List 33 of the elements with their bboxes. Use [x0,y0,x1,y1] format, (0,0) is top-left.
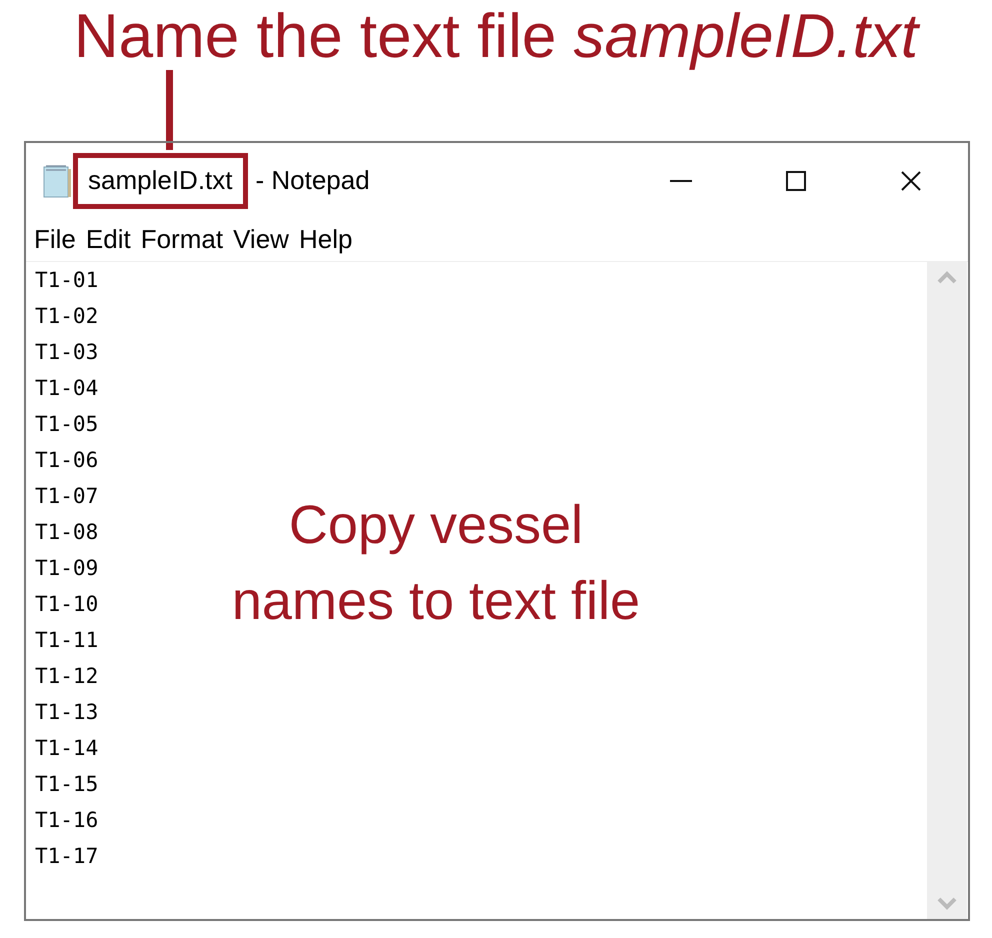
title-filename: sampleID.txt [73,152,248,208]
window-title: - Notepad [256,164,370,197]
menu-item[interactable]: File [33,220,77,259]
text-line: T1-09 [35,555,98,582]
text-line: T1-03 [35,339,98,366]
text-line: T1-02 [35,303,98,330]
text-line: T1-04 [35,375,98,402]
text-line: T1-15 [35,771,98,798]
close-icon [900,170,920,190]
menu-item[interactable]: Edit [84,220,132,259]
text-line: T1-14 [35,735,98,762]
scroll-down-icon[interactable] [937,897,957,911]
text-line: T1-05 [35,411,98,438]
text-line: T1-10 [35,591,98,618]
annotation-text: Copy vessel names to text file [230,494,642,633]
text-line: T1-17 [35,843,98,870]
text-line: T1-06 [35,447,98,474]
text-line: T1-12 [35,663,98,690]
text-line: T1-13 [35,699,98,726]
text-line: T1-08 [35,519,98,546]
scroll-up-icon[interactable] [937,270,957,284]
maximize-icon [786,170,806,190]
text-line: T1-16 [35,807,98,834]
notepad-icon [42,162,72,198]
text-line: T1-11 [35,627,98,654]
menu-item[interactable]: Format [140,220,224,259]
minimize-icon [670,180,692,182]
text-line: T1-07 [35,483,98,510]
text-line: T1-01 [35,267,98,294]
scrollbar[interactable] [927,262,967,919]
menu-item[interactable]: Help [298,220,354,259]
menu-item[interactable]: View [232,220,290,259]
annotation-heading: Name the text file sampleID.txt [74,4,918,70]
